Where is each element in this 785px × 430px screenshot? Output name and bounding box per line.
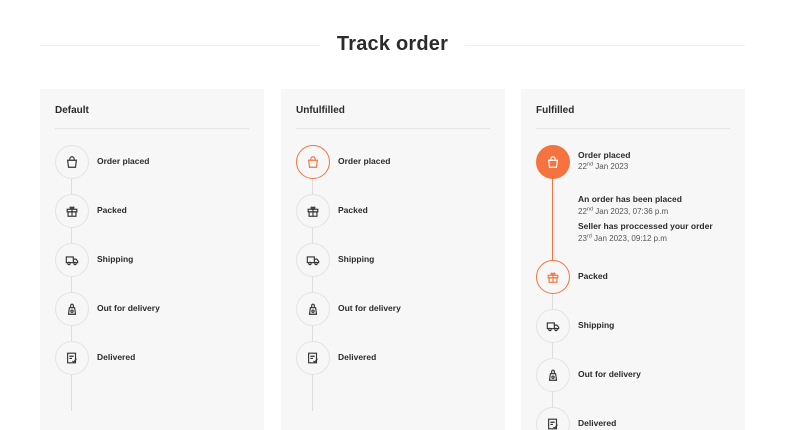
step-shipping[interactable]: Shipping [55, 243, 255, 277]
event-date: 23rd Jan 2023, 09:12 p.m [578, 233, 667, 243]
truck-icon [55, 243, 89, 277]
step-packed[interactable]: Packed [536, 260, 736, 294]
step-label: Order placed [578, 150, 631, 160]
event-date: 22nd Jan 2023, 07:36 p.m [578, 206, 669, 216]
step-label: Out for delivery [338, 303, 401, 313]
step-label: Packed [338, 205, 368, 215]
step-delivered[interactable]: Delivered [296, 341, 496, 375]
step-order-placed[interactable]: Order placed [55, 145, 255, 179]
card-divider [296, 128, 490, 129]
truck-icon [536, 309, 570, 343]
step-delivered[interactable]: Delivered [536, 407, 736, 430]
step-label: Order placed [97, 156, 150, 166]
bag-icon [55, 145, 89, 179]
tracker-card-fulfilled: Fulfilled Order placed 22nd Jan 2023 An … [521, 89, 745, 430]
step-shipping[interactable]: Shipping [536, 309, 736, 343]
step-out-for-delivery[interactable]: Out for delivery [296, 292, 496, 326]
step-packed[interactable]: Packed [55, 194, 255, 228]
delivery-bag-icon [536, 358, 570, 392]
checklist-icon [536, 407, 570, 430]
step-shipping[interactable]: Shipping [296, 243, 496, 277]
step-label: Out for delivery [97, 303, 160, 313]
step-out-for-delivery[interactable]: Out for delivery [536, 358, 736, 392]
gift-icon [296, 194, 330, 228]
step-packed[interactable]: Packed [296, 194, 496, 228]
step-label: Packed [578, 271, 608, 281]
card-divider [536, 128, 730, 129]
card-title: Unfulfilled [296, 105, 345, 116]
gift-icon [55, 194, 89, 228]
step-label: Out for delivery [578, 369, 641, 379]
step-label: Delivered [578, 418, 617, 428]
step-order-placed[interactable]: Order placed 22nd Jan 2023 [536, 145, 736, 179]
step-date: 22nd Jan 2023 [578, 161, 629, 171]
gift-icon [536, 260, 570, 294]
tracker-card-unfulfilled: Unfulfilled Order placed Packed Shipping… [281, 89, 505, 430]
step-label: Packed [97, 205, 127, 215]
checklist-icon [55, 341, 89, 375]
card-title: Fulfilled [536, 105, 575, 116]
delivery-bag-icon [55, 292, 89, 326]
checklist-icon [296, 341, 330, 375]
step-label: Delivered [97, 352, 136, 362]
title-divider-right [465, 45, 745, 46]
tracker-card-default: Default Order placed Packed Shipping Out… [40, 89, 264, 430]
event-order-processed: Seller has proccessed your order 23rd Ja… [578, 221, 738, 243]
step-order-placed[interactable]: Order placed [296, 145, 496, 179]
card-title: Default [55, 105, 89, 116]
page-header: Track order [40, 30, 745, 60]
step-delivered[interactable]: Delivered [55, 341, 255, 375]
step-label: Order placed [338, 156, 391, 166]
event-title: An order has been placed [578, 194, 682, 204]
event-title: Seller has proccessed your order [578, 221, 713, 231]
delivery-bag-icon [296, 292, 330, 326]
truck-icon [296, 243, 330, 277]
step-label: Shipping [97, 254, 134, 264]
bag-icon [296, 145, 330, 179]
event-order-placed: An order has been placed 22nd Jan 2023, … [578, 194, 738, 216]
step-label: Delivered [338, 352, 377, 362]
step-out-for-delivery[interactable]: Out for delivery [55, 292, 255, 326]
bag-icon [536, 145, 570, 179]
step-label: Shipping [338, 254, 375, 264]
card-divider [55, 128, 249, 129]
step-label: Shipping [578, 320, 615, 330]
